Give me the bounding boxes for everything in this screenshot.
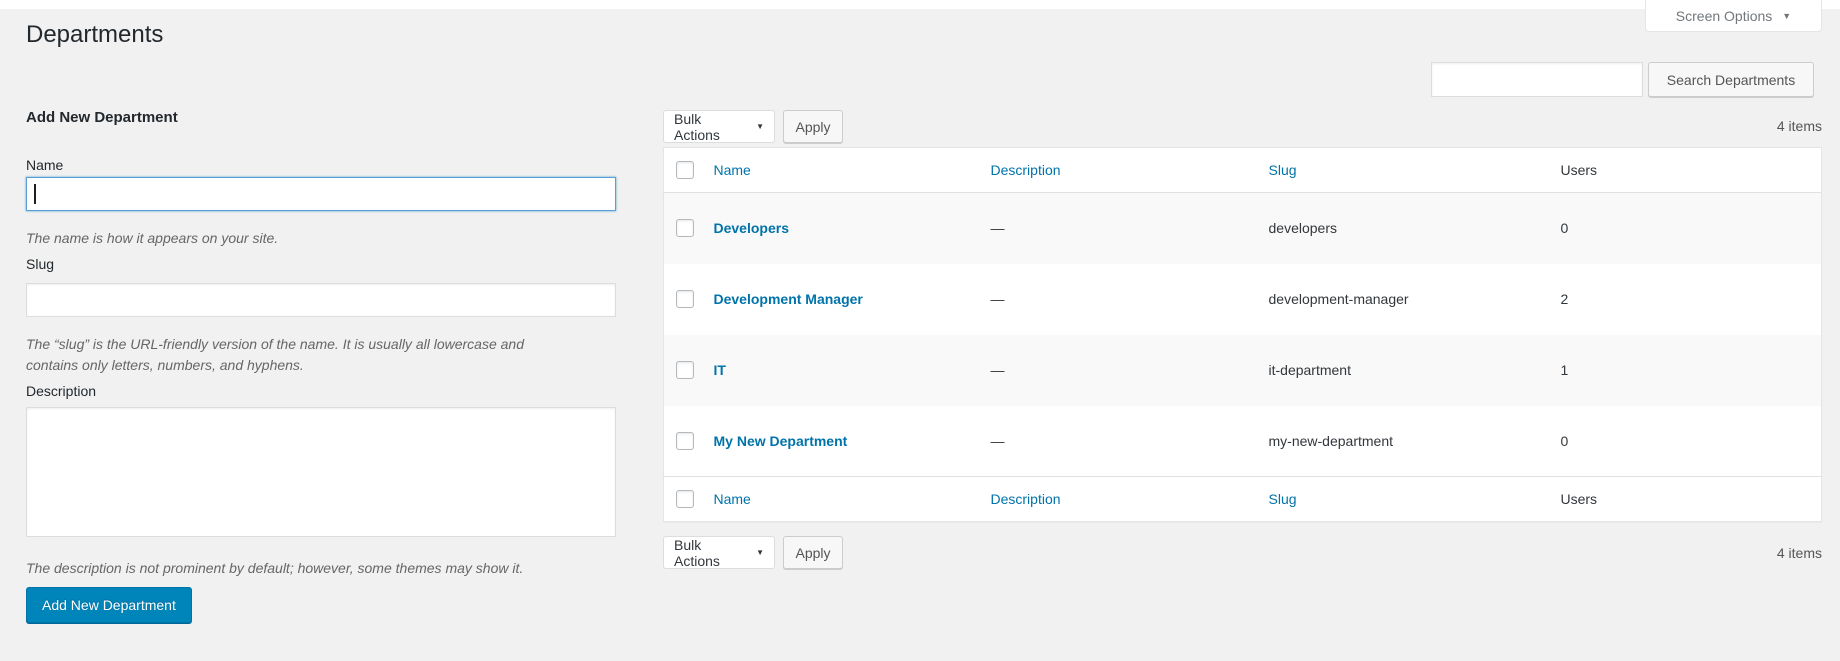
chevron-down-icon: ▼	[756, 548, 764, 557]
description-label: Description	[26, 383, 97, 399]
sort-column-description[interactable]: Description	[991, 491, 1061, 507]
description-field[interactable]	[26, 407, 616, 537]
table-row: Development Manager — development-manage…	[664, 264, 1822, 335]
sort-column-slug[interactable]: Slug	[1269, 162, 1297, 178]
chevron-down-icon: ▼	[1782, 10, 1792, 21]
department-name-link[interactable]: Development Manager	[714, 291, 863, 307]
screen-options-label: Screen Options	[1675, 7, 1773, 24]
name-label: Name	[26, 157, 64, 173]
department-users-count[interactable]: 0	[1546, 193, 1822, 264]
search-departments-button[interactable]: Search Departments	[1648, 62, 1814, 97]
table-row: Developers — developers 0	[663, 192, 1822, 264]
table-row: My New Department — my-new-department 0	[664, 406, 1822, 477]
bulk-actions-label: Bulk Actions	[674, 536, 720, 569]
department-description: —	[990, 362, 1005, 378]
row-checkbox[interactable]	[676, 290, 694, 309]
name-field[interactable]	[26, 177, 616, 211]
department-slug: it-department	[1268, 362, 1351, 378]
search-input[interactable]	[1431, 62, 1643, 97]
department-users-count[interactable]: 1	[1546, 335, 1822, 406]
department-slug: developers	[1268, 220, 1338, 237]
table-footer-row: Name Description Slug Users	[663, 476, 1822, 522]
bulk-actions-select-top[interactable]: Bulk Actions ▼	[663, 110, 775, 143]
table-row: IT — it-department 1	[663, 334, 1822, 406]
row-checkbox[interactable]	[676, 219, 694, 238]
department-name-link[interactable]: Developers	[714, 220, 789, 236]
sort-column-name[interactable]: Name	[714, 162, 751, 178]
departments-table: Name Description Slug Users Developers —…	[663, 147, 1822, 522]
select-all-checkbox[interactable]	[676, 161, 694, 180]
column-users: Users	[1545, 476, 1822, 522]
department-description: —	[990, 291, 1005, 307]
page-title: Departments	[26, 21, 164, 48]
row-checkbox[interactable]	[676, 361, 694, 380]
slug-field[interactable]	[26, 283, 616, 317]
sort-column-description[interactable]: Description	[991, 162, 1061, 178]
bulk-actions-label: Bulk Actions	[674, 110, 720, 143]
text-caret	[34, 184, 36, 204]
bulk-actions-select-bottom[interactable]: Bulk Actions ▼	[663, 536, 775, 569]
table-header-row: Name Description Slug Users	[663, 147, 1822, 193]
slug-label: Slug	[26, 256, 55, 272]
department-slug: my-new-department	[1268, 432, 1394, 449]
department-description: —	[990, 220, 1005, 237]
department-users-count[interactable]: 0	[1546, 406, 1822, 477]
add-new-department-button[interactable]: Add New Department	[26, 587, 192, 623]
row-checkbox[interactable]	[676, 431, 694, 450]
department-name-link[interactable]: My New Department	[714, 433, 848, 449]
select-all-checkbox[interactable]	[676, 490, 694, 509]
department-description: —	[990, 432, 1005, 449]
department-users-count[interactable]: 2	[1546, 264, 1822, 335]
apply-button-top[interactable]: Apply	[783, 110, 843, 143]
column-users: Users	[1545, 147, 1822, 193]
apply-button-bottom[interactable]: Apply	[783, 536, 843, 569]
name-help: The name is how it appears on your site.	[26, 230, 279, 246]
description-help: The description is not prominent by defa…	[26, 560, 524, 576]
sort-column-slug[interactable]: Slug	[1269, 491, 1297, 507]
department-slug: development-manager	[1268, 291, 1409, 307]
items-count-bottom: 4 items	[1776, 545, 1822, 561]
add-form-heading: Add New Department	[26, 109, 178, 126]
items-count-top: 4 items	[1776, 118, 1822, 134]
chevron-down-icon: ▼	[756, 122, 764, 131]
screen-options-toggle[interactable]: Screen Options ▼	[1645, 0, 1822, 32]
department-name-link[interactable]: IT	[714, 362, 726, 378]
sort-column-name[interactable]: Name	[714, 491, 751, 507]
top-strip	[0, 0, 1840, 9]
slug-help: The “slug” is the URL-friendly version o…	[26, 336, 524, 373]
